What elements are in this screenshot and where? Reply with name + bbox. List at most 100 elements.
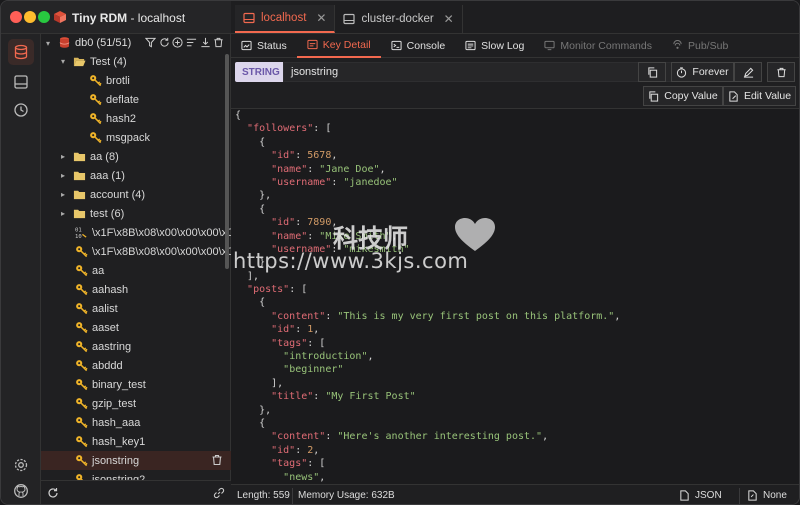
caret-down-icon[interactable]: ▾ <box>46 39 50 48</box>
filter-icon[interactable] <box>145 37 156 48</box>
tree-folder[interactable]: ▸ account (4) <box>41 185 231 204</box>
tree-item-label: brotli <box>106 74 130 87</box>
code-line: "tags": [ <box>271 337 326 349</box>
delete-key-button[interactable] <box>767 62 795 82</box>
key-name-field[interactable]: jsonstring <box>283 62 673 82</box>
tab-cluster-docker[interactable]: cluster-docker ✕ <box>335 5 463 33</box>
copy-value-button[interactable]: Copy Value <box>643 86 723 106</box>
code-line: { <box>235 136 266 148</box>
code-line: "posts": [ <box>247 284 308 296</box>
code-line: "name": "Jane Doe", <box>271 163 386 175</box>
trash-icon[interactable] <box>211 454 223 466</box>
tree-key[interactable]: \x1F\x8B\x08\x00\x00\x00\x00... <box>41 242 231 261</box>
history-icon <box>14 103 28 117</box>
tree-key[interactable]: brotli <box>41 71 231 90</box>
github-button[interactable] <box>8 478 34 504</box>
tree-key[interactable]: msgpack <box>41 128 231 147</box>
divider <box>292 488 293 504</box>
tree-key[interactable]: hash2 <box>41 109 231 128</box>
folder-icon <box>73 209 86 219</box>
settings-button[interactable] <box>8 452 34 478</box>
ttl-button[interactable]: Forever <box>671 62 734 82</box>
tree-key[interactable]: aastring <box>41 337 231 356</box>
tree-key[interactable]: abddd <box>41 356 231 375</box>
add-key-icon[interactable] <box>172 37 183 48</box>
code-line: { <box>235 297 266 309</box>
tree-key[interactable]: aahash <box>41 280 231 299</box>
subtab-key-detail[interactable]: Key Detail <box>296 34 381 58</box>
decode-selector[interactable]: None <box>747 490 787 501</box>
tree-key[interactable]: jsonstring <box>41 451 231 470</box>
sidebar-footer <box>41 480 231 504</box>
caret-right-icon[interactable]: ▸ <box>61 190 65 199</box>
tree-folder[interactable]: ▾ Test (4) <box>41 52 231 71</box>
tree-key[interactable]: aaset <box>41 318 231 337</box>
disconnect-icon[interactable] <box>213 487 225 499</box>
key-icon <box>90 94 102 106</box>
import-icon[interactable] <box>200 37 211 48</box>
value-editor[interactable]: { "followers": [ { "id": 5678, "name": "… <box>231 109 799 484</box>
maximize-window-button[interactable] <box>38 11 50 23</box>
refresh-icon[interactable] <box>159 37 170 48</box>
tree-folder[interactable]: ▸ aa (8) <box>41 147 231 166</box>
minimize-window-button[interactable] <box>24 11 36 23</box>
tree-item-label: Test (4) <box>90 55 127 68</box>
key-header: STRING jsonstring Forever <box>231 58 799 85</box>
tab-localhost[interactable]: localhost ✕ <box>235 5 336 33</box>
edit-icon <box>743 67 753 78</box>
connection-tabbar: localhost ✕ cluster-docker ✕ <box>231 1 799 34</box>
caret-right-icon[interactable]: ▸ <box>61 209 65 218</box>
title-bar: Tiny RDM - localhost <box>1 1 231 34</box>
db-row[interactable]: ▾ db0 (51/51) <box>41 34 231 52</box>
server-nav-button[interactable] <box>8 69 34 95</box>
close-tab-icon[interactable]: ✕ <box>444 12 454 26</box>
tree-key[interactable]: 0110 \x1F\x8B\x08\x00\x00\x00\x00... <box>41 223 231 242</box>
tree-key[interactable]: hash_aaa <box>41 413 231 432</box>
rename-key-button[interactable] <box>734 62 762 82</box>
tree-item-label: test (6) <box>90 207 125 220</box>
tree-key[interactable]: binary_test <box>41 375 231 394</box>
subtab-monitor-commands[interactable]: Monitor Commands <box>534 34 662 58</box>
format-selector[interactable]: JSON <box>679 490 722 501</box>
tree-item-label: \x1F\x8B\x08\x00\x00\x00\x00... <box>92 226 231 239</box>
trash-icon[interactable] <box>213 37 224 48</box>
caret-right-icon[interactable]: ▸ <box>61 171 65 180</box>
tree-key[interactable]: aa <box>41 261 231 280</box>
tree-key[interactable]: deflate <box>41 90 231 109</box>
database-nav-button[interactable] <box>8 39 34 65</box>
key-icon <box>76 303 88 315</box>
folder-icon <box>73 152 86 162</box>
tree-key[interactable]: aalist <box>41 299 231 318</box>
caret-down-icon[interactable]: ▾ <box>61 57 65 66</box>
subtab-status[interactable]: Status <box>231 34 297 58</box>
caret-right-icon[interactable]: ▸ <box>61 152 65 161</box>
subtab-slow-log[interactable]: Slow Log <box>455 34 534 58</box>
github-icon <box>14 484 28 498</box>
copy-icon <box>647 66 657 78</box>
tree-key[interactable]: hash_key1 <box>41 432 231 451</box>
close-tab-icon[interactable]: ✕ <box>316 11 326 25</box>
history-nav-button[interactable] <box>8 97 34 123</box>
batch-icon[interactable] <box>186 37 197 48</box>
edit-value-button[interactable]: Edit Value <box>723 86 796 106</box>
value-toolbar: Copy Value Edit Value <box>231 85 799 109</box>
tree-item-label: msgpack <box>106 131 151 144</box>
copy-key-button[interactable] <box>638 62 666 82</box>
tree-scrollbar[interactable] <box>225 54 229 269</box>
subtab-pub-sub[interactable]: Pub/Sub <box>662 34 738 58</box>
folder-open-icon <box>73 57 86 67</box>
app-name: Tiny RDM <box>72 11 128 25</box>
subtab-console[interactable]: Console <box>381 34 456 58</box>
refresh-icon[interactable] <box>47 487 59 499</box>
key-icon <box>76 265 88 277</box>
tree-key[interactable]: gzip_test <box>41 394 231 413</box>
app-logo-icon <box>54 11 66 23</box>
tree-folder[interactable]: ▸ aaa (1) <box>41 166 231 185</box>
subtab-label: Slow Log <box>481 39 525 52</box>
folder-icon <box>73 171 86 181</box>
tree-item-label: hash2 <box>106 112 136 125</box>
tree-item-label: aaset <box>92 321 119 334</box>
code-line: "id": 2, <box>271 444 320 456</box>
tree-folder[interactable]: ▸ test (6) <box>41 204 231 223</box>
close-window-button[interactable] <box>10 11 22 23</box>
